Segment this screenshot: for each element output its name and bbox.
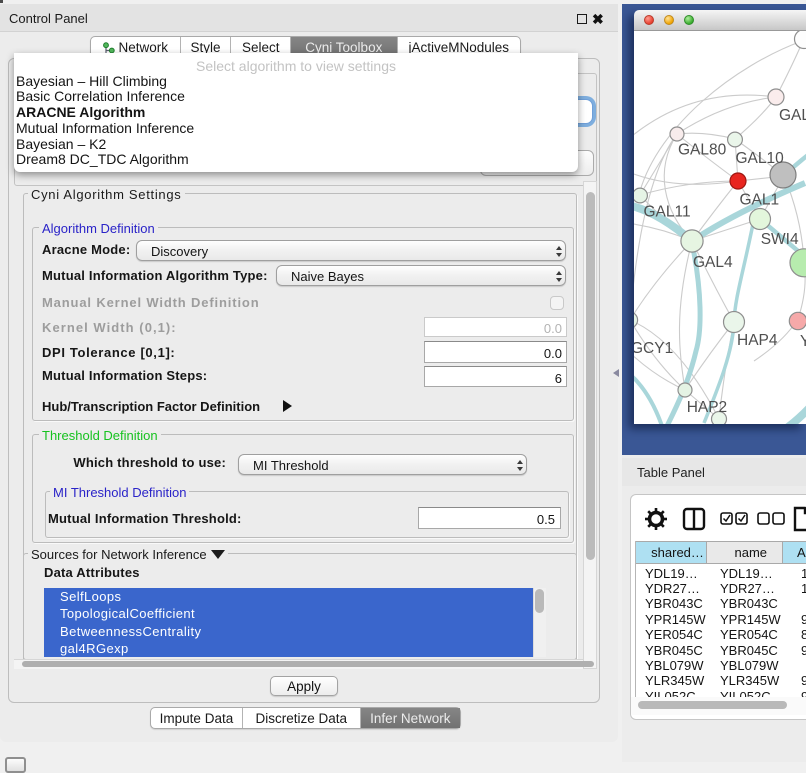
svg-text:GAL10: GAL10 xyxy=(736,150,785,167)
svg-text:SWI4: SWI4 xyxy=(761,231,799,248)
svg-text:GAL11: GAL11 xyxy=(644,204,691,221)
svg-text:GCY1: GCY1 xyxy=(634,340,673,357)
svg-text:Y: Y xyxy=(800,333,806,350)
svg-text:HAP2: HAP2 xyxy=(687,399,728,416)
svg-text:GAL4: GAL4 xyxy=(693,254,733,271)
svg-text:GAL80: GAL80 xyxy=(678,142,727,159)
svg-text:GAL: GAL xyxy=(779,107,806,124)
svg-text:HAP4: HAP4 xyxy=(737,332,778,349)
svg-text:GAL1: GAL1 xyxy=(740,192,780,209)
